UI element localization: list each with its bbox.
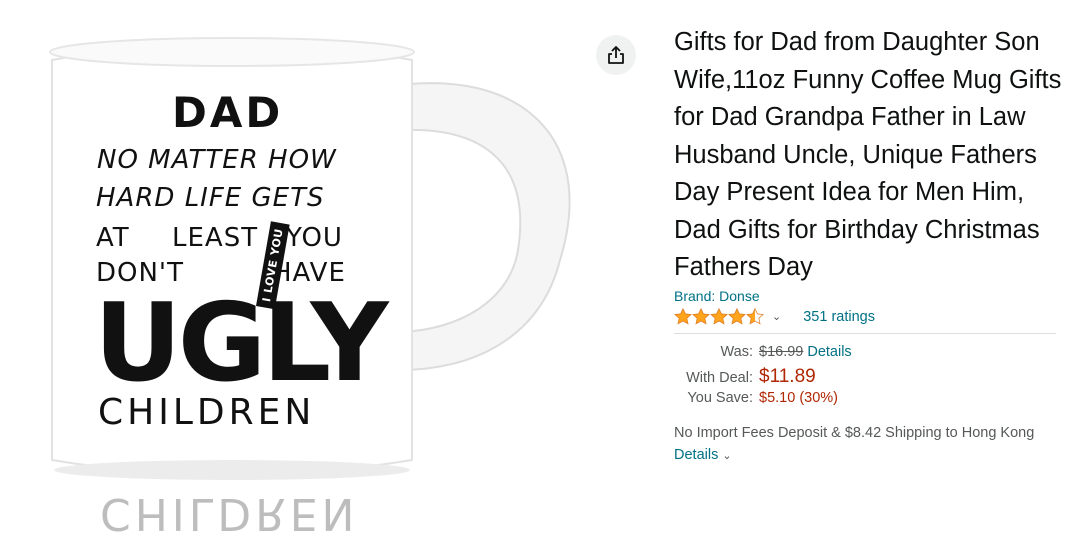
you-save-row: You Save: $5.10 (30%) bbox=[674, 390, 1064, 412]
mug-text-line3a: AT bbox=[96, 223, 130, 253]
mug-text-ugly: UGLY bbox=[94, 281, 389, 406]
share-button[interactable] bbox=[596, 35, 636, 75]
star-icon bbox=[674, 308, 692, 325]
divider bbox=[674, 332, 1056, 334]
product-image[interactable]: DAD NO MATTER HOW HARD LIFE GETS AT LEAS… bbox=[0, 0, 590, 539]
mug-text-line2: HARD LIFE GETS bbox=[96, 183, 325, 213]
mug-text-line1: NO MATTER HOW bbox=[97, 145, 337, 175]
was-price-row: Was: $16.99 Details bbox=[674, 344, 1064, 366]
was-details-link[interactable]: Details bbox=[807, 344, 851, 360]
shipping-details-link[interactable]: Details bbox=[674, 447, 718, 463]
mug-text-line3c: YOU bbox=[286, 223, 343, 253]
product-details: Gifts for Dad from Daughter Son Wife,11o… bbox=[674, 24, 1064, 467]
star-icon bbox=[692, 308, 710, 325]
deal-label: With Deal: bbox=[686, 369, 753, 386]
deal-price: $11.89 bbox=[759, 365, 816, 387]
shipping-text: No Import Fees Deposit & $8.42 Shipping … bbox=[674, 424, 1035, 441]
star-rating[interactable] bbox=[674, 308, 764, 325]
share-icon bbox=[608, 46, 624, 64]
product-title: Gifts for Dad from Daughter Son Wife,11o… bbox=[674, 28, 1062, 281]
mug-reflection: CHILDREN bbox=[100, 488, 359, 539]
star-icon bbox=[728, 308, 746, 325]
chevron-down-icon[interactable]: ⌄ bbox=[772, 310, 781, 323]
mug-text-dad: DAD bbox=[172, 88, 284, 137]
mug-text-line3b: LEAST bbox=[172, 223, 259, 253]
rating-row: ⌄ 351 ratings bbox=[674, 306, 1064, 328]
star-half-icon bbox=[746, 308, 764, 325]
price-block: Was: $16.99 Details With Deal: $11.89 Yo… bbox=[674, 344, 1064, 412]
deal-price-row: With Deal: $11.89 bbox=[674, 366, 1064, 390]
mug-text-children: CHILDREN bbox=[98, 392, 316, 433]
was-label: Was: bbox=[720, 343, 754, 360]
you-save-value: $5.10 (30%) bbox=[759, 389, 838, 406]
brand-link[interactable]: Brand: Donse bbox=[674, 288, 1064, 304]
ratings-count-link[interactable]: 351 ratings bbox=[803, 309, 875, 325]
star-icon bbox=[710, 308, 728, 325]
was-price: $16.99 bbox=[759, 343, 804, 360]
you-save-label: You Save: bbox=[687, 389, 753, 406]
chevron-down-icon[interactable]: ⌄ bbox=[722, 450, 731, 462]
shipping-info: No Import Fees Deposit & $8.42 Shipping … bbox=[674, 422, 1054, 467]
